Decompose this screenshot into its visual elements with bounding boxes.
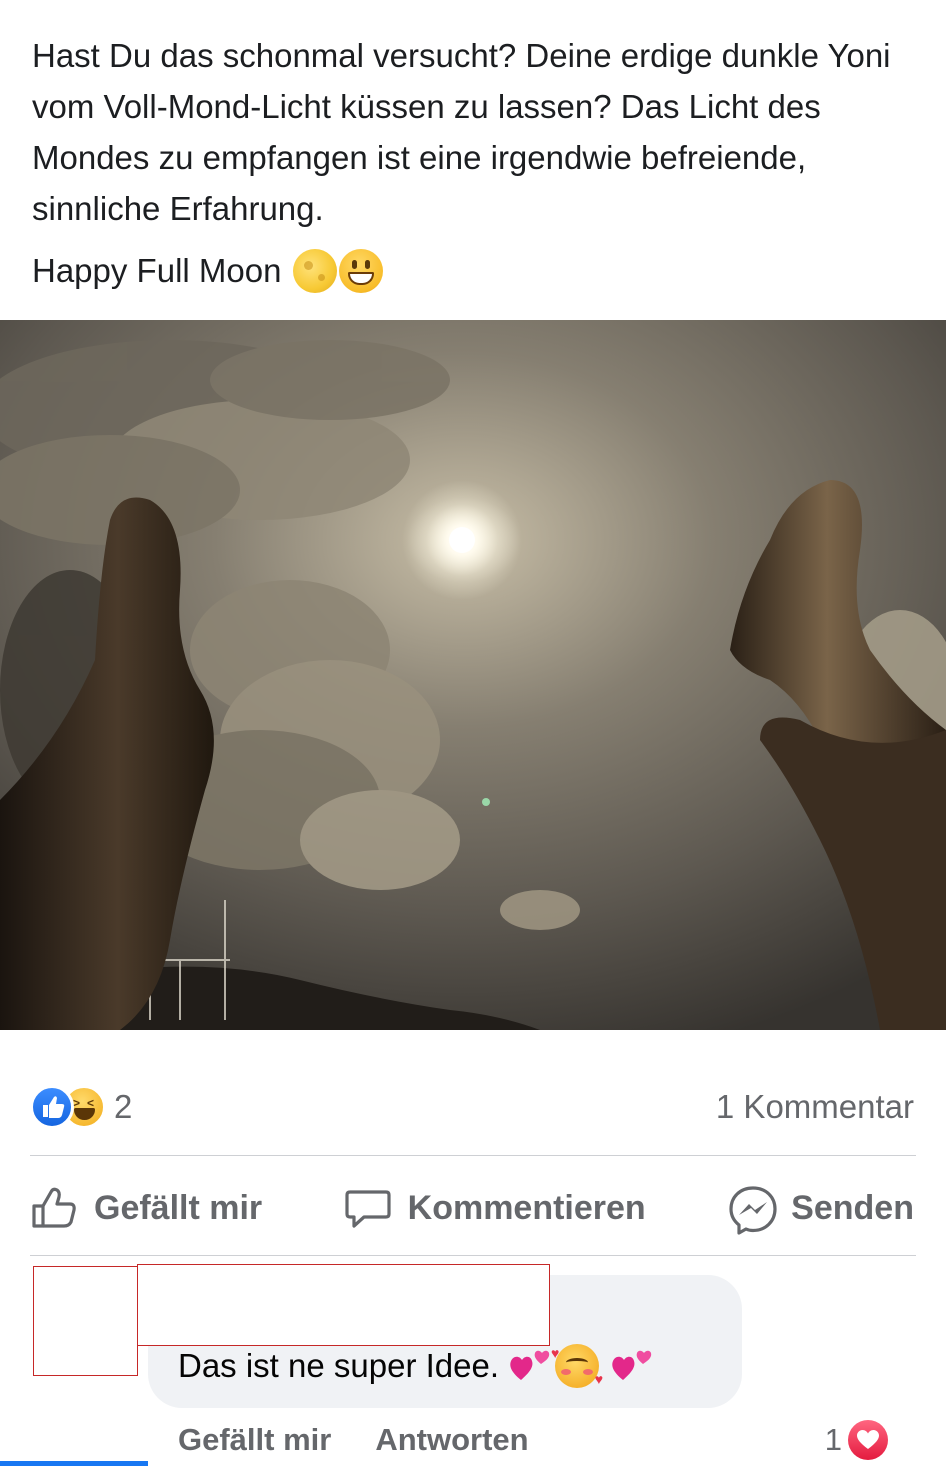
like-button-label: Gefällt mir [94,1188,263,1227]
comment-reaction-summary[interactable]: 1 [825,1420,888,1460]
bottom-tab-indicator [0,1461,148,1466]
reactions-summary-row[interactable]: > < 2 1 Kommentar [30,1084,914,1130]
comment-button[interactable]: Kommentieren [344,1184,646,1232]
post-text-paragraph-2-label: Happy Full Moon [32,252,282,289]
divider-bottom [30,1255,916,1256]
send-button-label: Senden [791,1188,914,1227]
two-hearts-emoji-icon [507,1346,553,1386]
comment-button-label: Kommentieren [407,1188,646,1227]
post-text: Hast Du das schonmal versucht? Deine erd… [32,30,912,296]
comment-reaction-count: 1 [824,1422,842,1457]
comment-actions-row: Gefällt mir Antworten 1 [178,1420,888,1460]
comment-like-button[interactable]: Gefällt mir [178,1422,331,1458]
full-moon-emoji-icon [293,248,338,293]
post-text-paragraph-2: Happy Full Moon [32,245,912,296]
grinning-face-emoji-icon [339,248,384,293]
comment-bubble-icon [344,1184,392,1232]
redacted-commenter-name [137,1264,550,1346]
redacted-avatar [33,1266,138,1376]
reaction-count[interactable]: 2 [114,1088,132,1126]
messenger-icon [727,1184,777,1235]
love-reaction-icon [848,1420,888,1460]
comment-text: Das ist ne super Idee. ♥ ♥ [178,1344,655,1388]
like-reaction-icon [30,1085,74,1129]
smiling-face-with-hearts-emoji-icon: ♥ ♥ [551,1344,604,1388]
send-button[interactable]: Senden [727,1184,914,1235]
like-button[interactable]: Gefällt mir [30,1184,262,1232]
two-hearts-emoji-icon [609,1346,655,1386]
comment-text-label: Das ist ne super Idee. [178,1347,500,1384]
comment-count-link[interactable]: 1 Kommentar [716,1088,914,1126]
post-photo[interactable] [0,320,946,1030]
divider-top [30,1155,916,1156]
post-action-bar: Gefällt mir Kommentieren Senden [30,1178,914,1238]
photo-moonlit-sky-with-feet [0,320,946,1030]
post-text-paragraph-1: Hast Du das schonmal versucht? Deine erd… [32,37,891,227]
thumbs-up-icon [30,1184,78,1232]
comment-reply-button[interactable]: Antworten [375,1422,528,1458]
reaction-icons[interactable]: > < [30,1085,106,1129]
